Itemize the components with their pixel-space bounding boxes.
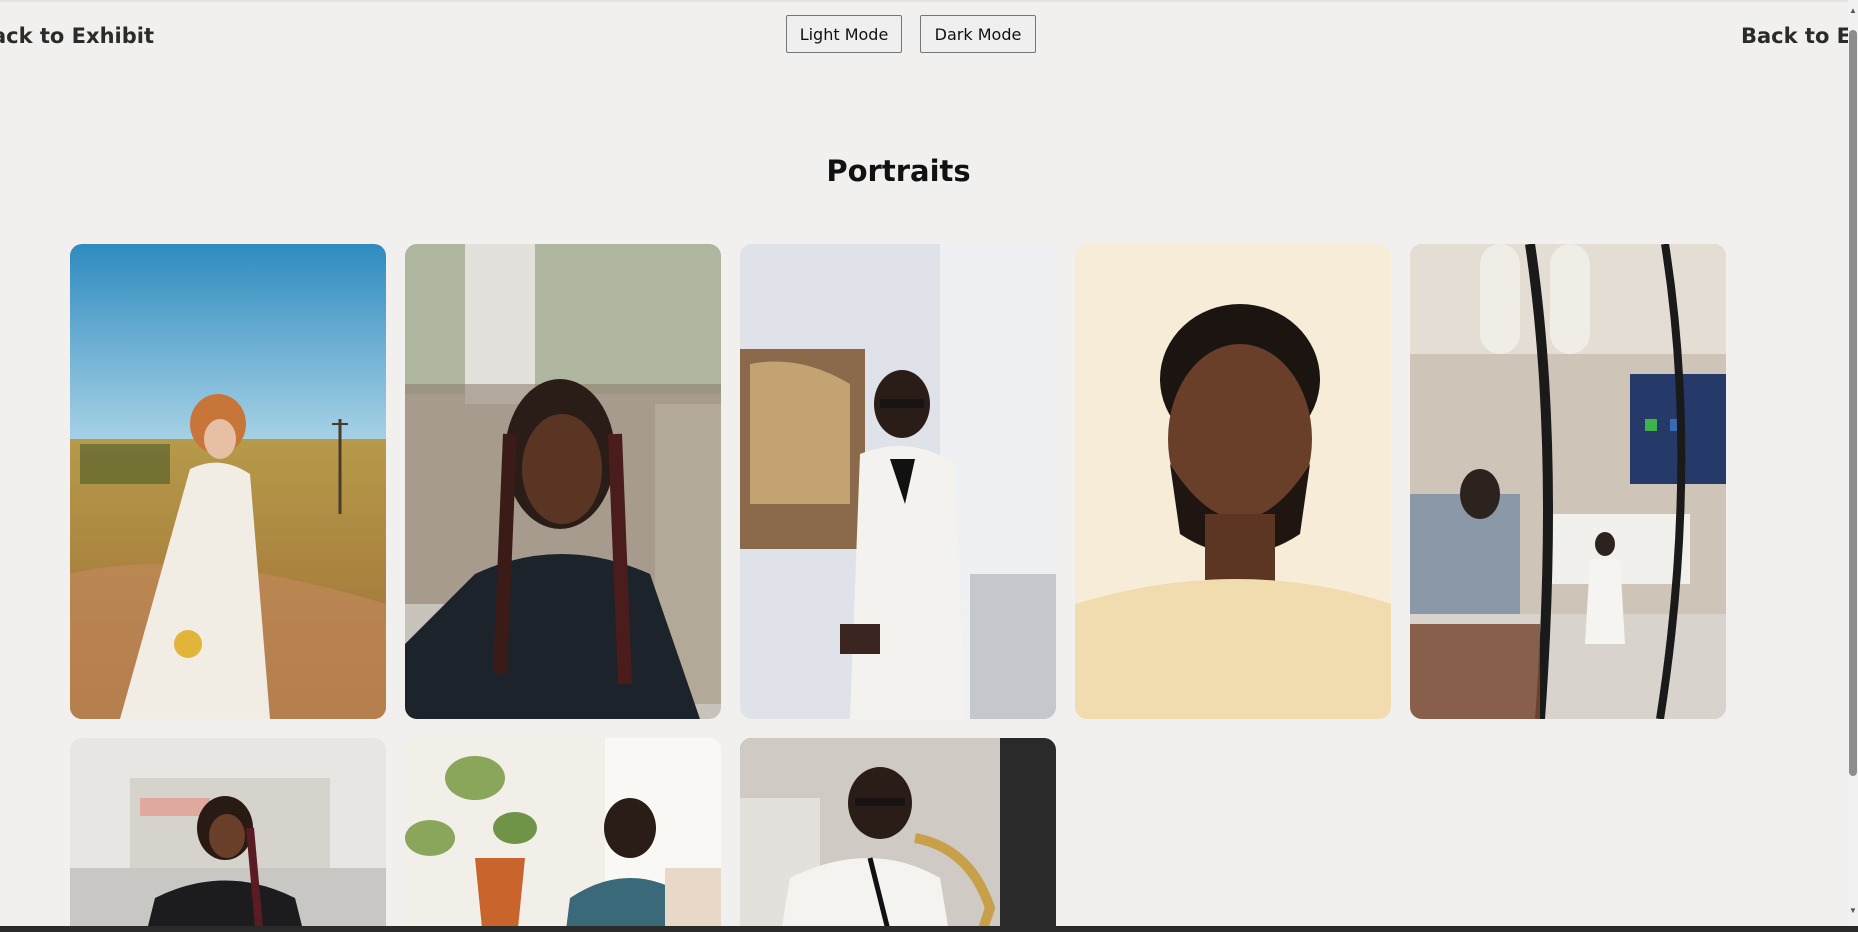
scroll-down-arrow-icon[interactable]: ▼ bbox=[1848, 904, 1858, 918]
portrait-photo-6[interactable] bbox=[70, 738, 386, 932]
light-mode-button[interactable]: Light Mode bbox=[786, 15, 902, 53]
portrait-photo-8[interactable] bbox=[740, 738, 1056, 932]
scrollbar-thumb[interactable] bbox=[1849, 30, 1857, 776]
portrait-photo-2[interactable] bbox=[405, 244, 721, 719]
page-title: Portraits bbox=[826, 154, 971, 188]
bottom-edge-bar bbox=[0, 926, 1858, 932]
portrait-photo-3[interactable] bbox=[740, 244, 1056, 719]
scroll-up-arrow-icon[interactable]: ▲ bbox=[1848, 4, 1858, 18]
portrait-photo-4[interactable] bbox=[1075, 244, 1391, 719]
top-border bbox=[0, 0, 1848, 2]
portrait-photo-5[interactable] bbox=[1410, 244, 1726, 719]
back-to-exhibit-link-right[interactable]: Back to Exhibit bbox=[1741, 24, 1849, 48]
portrait-photo-7[interactable] bbox=[405, 738, 721, 932]
portrait-photo-1[interactable] bbox=[70, 244, 386, 719]
dark-mode-button[interactable]: Dark Mode bbox=[920, 15, 1036, 53]
back-to-exhibit-link[interactable]: ack to Exhibit bbox=[0, 24, 154, 48]
